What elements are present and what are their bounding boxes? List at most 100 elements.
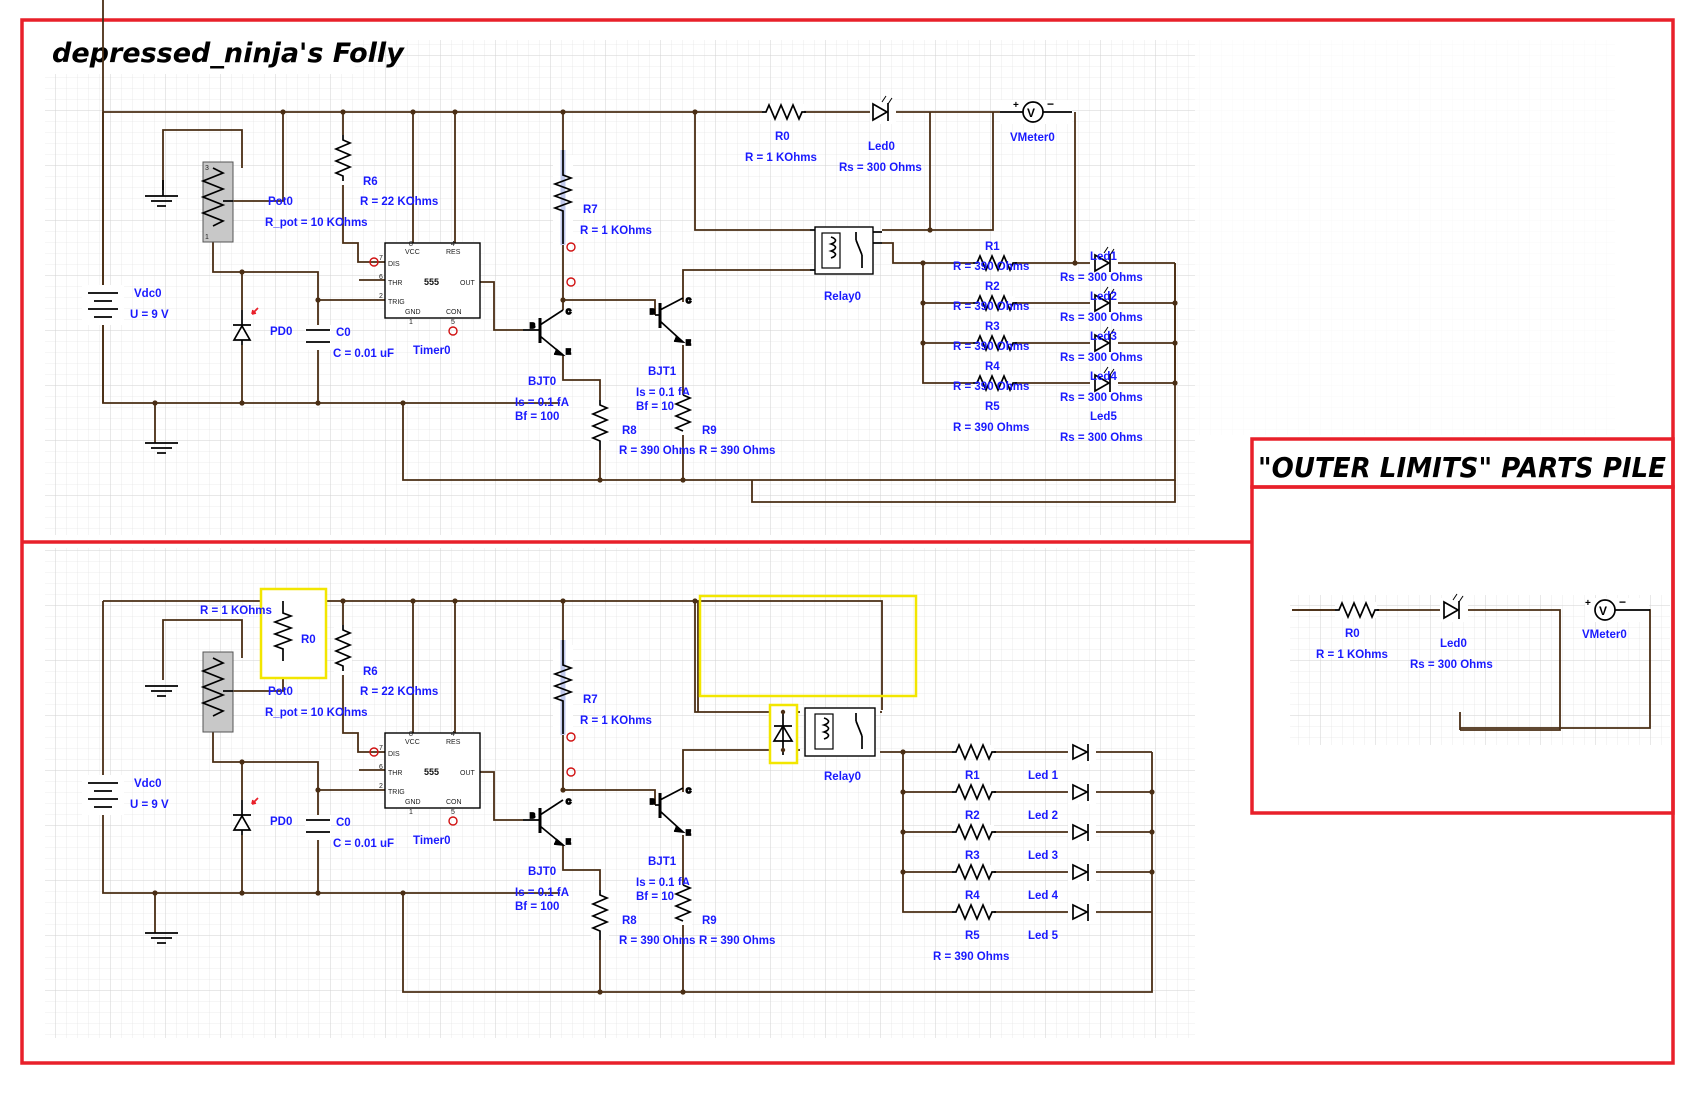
r6-label: R6 <box>363 666 378 678</box>
pot-label: Pot0 <box>268 686 293 698</box>
resistor-r1-icon[interactable] <box>952 742 996 762</box>
svg-text:2: 2 <box>379 293 383 300</box>
led0-icon[interactable] <box>1440 593 1468 622</box>
led2-label: Led 2 <box>1028 810 1058 822</box>
led4-label: Led 4 <box>1028 890 1059 902</box>
resistor-r0-icon[interactable] <box>762 102 806 122</box>
svg-text:THR: THR <box>388 280 402 287</box>
svg-text:RES: RES <box>446 739 461 746</box>
r4-label: R4 <box>965 890 980 902</box>
svg-text:RES: RES <box>446 249 461 256</box>
resistor-r0-icon[interactable] <box>1335 600 1379 620</box>
resistor-r2-icon[interactable] <box>952 782 996 802</box>
bjt0-is: Is = 0.1 fA <box>515 397 569 409</box>
svg-text:C: C <box>686 788 691 795</box>
led1-icon[interactable] <box>1068 742 1096 764</box>
led0-label: Led0 <box>868 141 895 153</box>
r0-value: R = 1 KOhms <box>200 605 272 617</box>
r5-value: R = 390 Ohms <box>933 951 1009 963</box>
c0-label: C0 <box>336 327 351 339</box>
led3-label: Led3 <box>1090 331 1117 343</box>
battery-icon[interactable] <box>82 285 124 325</box>
svg-text:B: B <box>650 309 655 316</box>
resistor-r8-icon[interactable] <box>590 400 610 450</box>
led5-icon[interactable] <box>1068 902 1096 924</box>
svg-text:C: C <box>686 298 691 305</box>
potentiometer-icon[interactable]: 31 <box>200 161 234 243</box>
resistor-r6-icon[interactable] <box>333 625 353 675</box>
bjt1-bf: Bf = 100 <box>636 891 680 903</box>
battery-icon[interactable] <box>82 775 124 815</box>
r5-value: R = 390 Ohms <box>953 422 1029 434</box>
resistor-r8-icon[interactable] <box>590 890 610 940</box>
voltmeter-icon[interactable]: V + − <box>1585 595 1650 622</box>
r6-value: R = 22 KOhms <box>360 686 438 698</box>
r7-label: R7 <box>583 694 598 706</box>
resistor-r5-icon[interactable] <box>952 902 996 922</box>
pot-value: R_pot = 10 KOhms <box>265 707 368 719</box>
resistor-r9-icon[interactable] <box>673 394 693 435</box>
pd-label: PD0 <box>270 816 292 828</box>
svg-text:−: − <box>1619 595 1626 609</box>
r9-value: R = 390 Ohms <box>699 445 775 457</box>
r6-label: R6 <box>363 176 378 188</box>
bjt0-bf: Bf = 100 <box>515 901 559 913</box>
led1-value: Rs = 300 Ohms <box>1060 272 1143 284</box>
led4-icon[interactable] <box>1068 862 1096 884</box>
svg-text:V: V <box>1027 106 1035 120</box>
svg-text:TRIG: TRIG <box>388 789 405 796</box>
svg-text:7: 7 <box>379 745 383 752</box>
svg-text:3: 3 <box>205 165 209 172</box>
led4-label: Led4 <box>1090 371 1117 383</box>
led0-icon[interactable] <box>870 95 896 124</box>
r4-label: R4 <box>985 361 1000 373</box>
r3-value: R = 390 Ohms <box>953 341 1029 353</box>
flyback-diode-icon[interactable] <box>768 703 799 765</box>
potentiometer-icon[interactable] <box>200 651 234 733</box>
svg-text:−: − <box>1047 97 1054 111</box>
schematic-canvas: depressed_ninja's Folly "OUTER LIMITS" P… <box>20 0 1675 1065</box>
led2-label: Led2 <box>1090 291 1117 303</box>
relay-icon[interactable] <box>804 707 876 757</box>
relay-label: Relay0 <box>824 291 861 303</box>
r8-value: R = 390 Ohms <box>619 445 695 457</box>
relay-icon[interactable] <box>810 226 882 275</box>
svg-text:V: V <box>1599 604 1607 618</box>
resistor-r3-icon[interactable] <box>952 822 996 842</box>
resistor-r6-icon[interactable] <box>333 135 353 185</box>
bjt0-label: BJT0 <box>528 376 556 388</box>
bjt1-bf: Bf = 100 <box>636 401 680 413</box>
led1-label: Led 1 <box>1028 770 1059 782</box>
vdc-label: Vdc0 <box>134 778 162 790</box>
svg-text:GND: GND <box>405 799 421 806</box>
svg-text:555: 555 <box>424 767 439 777</box>
voltmeter-icon[interactable]: V + − <box>1000 97 1072 124</box>
resistor-r0-highlighted-icon[interactable] <box>259 587 328 680</box>
resistor-r9-icon[interactable] <box>673 884 693 925</box>
r8-label: R8 <box>622 915 637 927</box>
svg-text:4: 4 <box>451 241 455 248</box>
capacitor-icon[interactable] <box>305 325 331 350</box>
r8-value: R = 390 Ohms <box>619 935 695 947</box>
r9-label: R9 <box>702 425 717 437</box>
svg-text:+: + <box>1585 598 1591 609</box>
led3-icon[interactable] <box>1068 822 1096 844</box>
svg-text:8: 8 <box>409 731 413 738</box>
svg-text:C: C <box>566 799 571 806</box>
led5-value: Rs = 300 Ohms <box>1060 432 1143 444</box>
led5-label: Led 5 <box>1028 930 1059 942</box>
svg-text:VCC: VCC <box>405 249 420 256</box>
led2-icon[interactable] <box>1068 782 1096 804</box>
capacitor-icon[interactable] <box>305 815 331 840</box>
vdc-value: U = 9 V <box>130 309 169 321</box>
svg-text:1: 1 <box>409 319 413 326</box>
vdc-label: Vdc0 <box>134 288 162 300</box>
r7-label: R7 <box>583 204 598 216</box>
r1-label: R1 <box>985 241 1000 253</box>
svg-text:E: E <box>566 839 571 846</box>
relay-label: Relay0 <box>824 771 861 783</box>
svg-text:2: 2 <box>379 783 383 790</box>
svg-text:B: B <box>530 813 535 820</box>
timer-label: Timer0 <box>413 345 451 357</box>
resistor-r4-icon[interactable] <box>952 862 996 882</box>
